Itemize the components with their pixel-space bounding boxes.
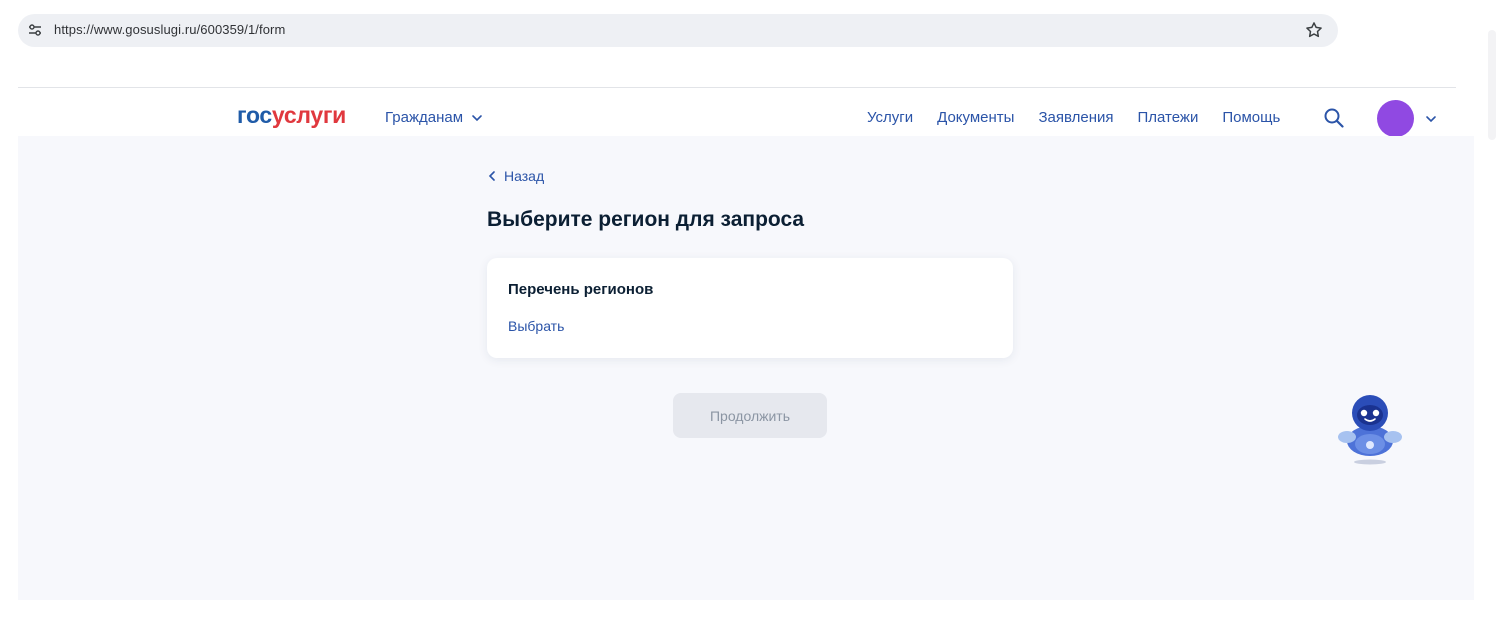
- robot-assistant-icon[interactable]: [1330, 391, 1410, 467]
- avatar[interactable]: [1377, 100, 1414, 137]
- chevron-down-icon: [472, 114, 482, 121]
- logo-part-gos: гос: [237, 102, 272, 128]
- address-bar[interactable]: https://www.gosuslugi.ru/600359/1/form: [18, 14, 1338, 47]
- region-card: Перечень регионов Выбрать: [487, 258, 1013, 358]
- gosuslugi-logo[interactable]: госуслуги: [237, 102, 346, 129]
- nav-item-services[interactable]: Услуги: [867, 109, 913, 126]
- back-label: Назад: [504, 168, 545, 184]
- nav-item-applications[interactable]: Заявления: [1038, 109, 1113, 126]
- scrollbar-thumb[interactable]: [1488, 30, 1496, 140]
- card-title: Перечень регионов: [508, 281, 654, 298]
- audience-menu[interactable]: Гражданам: [385, 109, 483, 126]
- chevron-down-icon[interactable]: [1425, 113, 1437, 125]
- site-header: госуслуги Гражданам Услуги Документы Зая…: [18, 88, 1474, 137]
- scrollbar[interactable]: [1484, 0, 1500, 628]
- logo-part-uslugi: услуги: [271, 102, 346, 128]
- url-text[interactable]: https://www.gosuslugi.ru/600359/1/form: [54, 22, 285, 37]
- search-icon[interactable]: [1323, 107, 1345, 129]
- select-region-link[interactable]: Выбрать: [508, 318, 564, 334]
- chevron-left-icon: [488, 171, 495, 181]
- audience-menu-label: Гражданам: [385, 109, 464, 126]
- main-nav: Услуги Документы Заявления Платежи Помощ…: [867, 109, 1280, 126]
- star-icon[interactable]: [1304, 20, 1324, 40]
- continue-button[interactable]: Продолжить: [673, 393, 827, 438]
- nav-item-help[interactable]: Помощь: [1222, 109, 1280, 126]
- tune-icon[interactable]: [28, 23, 42, 37]
- back-link[interactable]: Назад: [488, 168, 544, 184]
- page-title: Выберите регион для запроса: [487, 208, 805, 231]
- nav-item-payments[interactable]: Платежи: [1138, 109, 1199, 126]
- nav-item-documents[interactable]: Документы: [937, 109, 1014, 126]
- main-content: Назад Выберите регион для запроса Перече…: [18, 136, 1474, 600]
